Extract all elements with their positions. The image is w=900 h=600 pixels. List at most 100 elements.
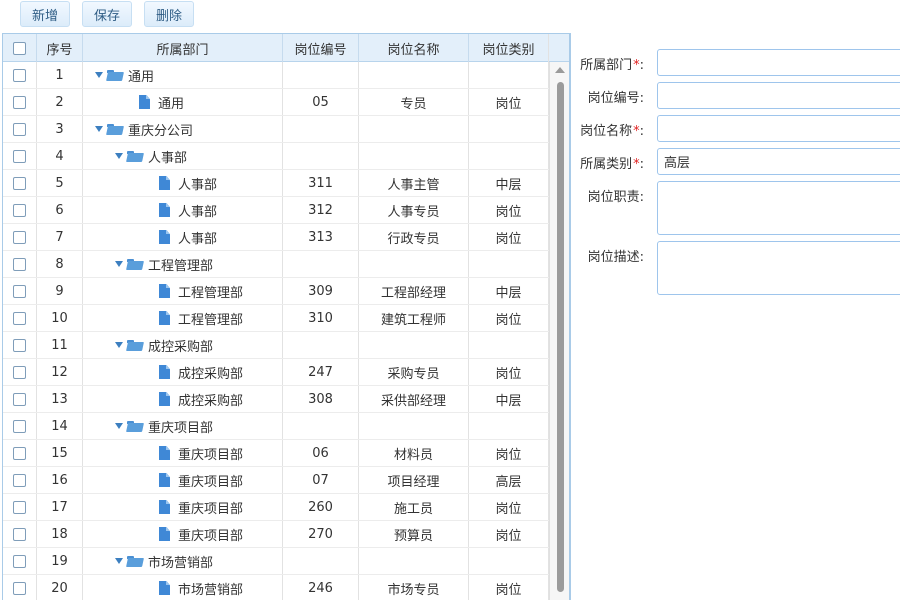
table-row[interactable]: 3 重庆分公司 xyxy=(3,116,549,143)
table-row[interactable]: 18 重庆项目部 270 预算员 岗位 xyxy=(3,521,549,548)
table-row[interactable]: 19 市场营销部 xyxy=(3,548,549,575)
expand-toggle-icon[interactable] xyxy=(113,150,125,162)
row-checkbox[interactable] xyxy=(13,176,26,190)
position-name xyxy=(359,548,469,574)
table-row[interactable]: 9 工程管理部 309 工程部经理 中层 xyxy=(3,278,549,305)
position-code xyxy=(283,251,359,277)
duty-textarea[interactable] xyxy=(657,181,900,235)
position-type: 中层 xyxy=(469,278,549,304)
row-checkbox[interactable] xyxy=(13,365,26,379)
folder-open-icon xyxy=(127,555,143,567)
position-name: 预算员 xyxy=(359,521,469,547)
row-checkbox[interactable] xyxy=(13,554,26,568)
table-row[interactable]: 13 成控采购部 308 采供部经理 中层 xyxy=(3,386,549,413)
header-type[interactable]: 岗位类别 xyxy=(469,34,549,62)
expand-toggle-icon[interactable] xyxy=(113,258,125,270)
dept-tree-cell: 重庆项目部 xyxy=(83,440,283,466)
header-dept[interactable]: 所属部门 xyxy=(83,34,283,62)
table-row[interactable]: 2 通用 05 专员 岗位 xyxy=(3,89,549,116)
row-checkbox[interactable] xyxy=(13,68,26,82)
row-checkbox[interactable] xyxy=(13,230,26,244)
dept-tree-cell: 通用 xyxy=(83,62,283,88)
table-row[interactable]: 5 人事部 311 人事主管 中层 xyxy=(3,170,549,197)
row-checkbox-cell xyxy=(3,521,37,547)
row-checkbox[interactable] xyxy=(13,122,26,136)
type-field[interactable]: 高层 xyxy=(657,148,900,175)
scroll-up-icon[interactable] xyxy=(555,67,565,73)
table-row[interactable]: 4 人事部 xyxy=(3,143,549,170)
header-name[interactable]: 岗位名称 xyxy=(359,34,469,62)
dept-tree-cell: 人事部 xyxy=(83,170,283,196)
row-checkbox[interactable] xyxy=(13,392,26,406)
row-checkbox[interactable] xyxy=(13,311,26,325)
row-index: 17 xyxy=(37,494,83,520)
header-index[interactable]: 序号 xyxy=(37,34,83,62)
table-row[interactable]: 16 重庆项目部 07 项目经理 高层 xyxy=(3,467,549,494)
row-index: 15 xyxy=(37,440,83,466)
header-select-all-cell xyxy=(3,34,37,62)
table-row[interactable]: 6 人事部 312 人事专员 岗位 xyxy=(3,197,549,224)
position-type: 岗位 xyxy=(469,359,549,385)
position-name: 项目经理 xyxy=(359,467,469,493)
expand-toggle-icon[interactable] xyxy=(113,339,125,351)
table-row[interactable]: 14 重庆项目部 xyxy=(3,413,549,440)
expand-toggle-icon[interactable] xyxy=(113,420,125,432)
row-checkbox[interactable] xyxy=(13,257,26,271)
vertical-scrollbar[interactable] xyxy=(549,62,569,600)
header-code[interactable]: 岗位编号 xyxy=(283,34,359,62)
table-row[interactable]: 8 工程管理部 xyxy=(3,251,549,278)
row-checkbox[interactable] xyxy=(13,500,26,514)
desc-textarea[interactable] xyxy=(657,241,900,295)
table-row[interactable]: 12 成控采购部 247 采购专员 岗位 xyxy=(3,359,549,386)
table-row[interactable]: 20 市场营销部 246 市场专员 岗位 xyxy=(3,575,549,600)
delete-button[interactable]: 删除 xyxy=(144,1,195,27)
row-checkbox[interactable] xyxy=(13,581,26,595)
name-field[interactable] xyxy=(657,115,900,142)
position-type xyxy=(469,143,549,169)
dept-name: 重庆项目部 xyxy=(178,447,244,463)
table-row[interactable]: 17 重庆项目部 260 施工员 岗位 xyxy=(3,494,549,521)
file-icon xyxy=(159,500,170,514)
expand-toggle-icon[interactable] xyxy=(113,555,125,567)
add-button[interactable]: 新增 xyxy=(20,1,71,27)
file-icon xyxy=(159,176,170,190)
row-checkbox[interactable] xyxy=(13,203,26,217)
table-row[interactable]: 11 成控采购部 xyxy=(3,332,549,359)
row-checkbox-cell xyxy=(3,332,37,358)
dept-tree-cell: 市场营销部 xyxy=(83,575,283,600)
dept-name: 成控采购部 xyxy=(178,393,244,409)
position-form: 所属部门*: 岗位编号: 岗位名称*: 所属类别*: 高层 岗位职责: 岗位描述… xyxy=(570,33,900,600)
row-checkbox-cell xyxy=(3,170,37,196)
scroll-thumb[interactable] xyxy=(557,82,564,592)
row-checkbox[interactable] xyxy=(13,446,26,460)
table-row[interactable]: 1 通用 xyxy=(3,62,549,89)
table-row[interactable]: 10 工程管理部 310 建筑工程师 岗位 xyxy=(3,305,549,332)
row-index: 19 xyxy=(37,548,83,574)
file-icon xyxy=(159,284,170,298)
dept-name: 人事部 xyxy=(178,204,218,220)
table-row[interactable]: 7 人事部 313 行政专员 岗位 xyxy=(3,224,549,251)
row-checkbox[interactable] xyxy=(13,284,26,298)
file-icon xyxy=(159,203,170,217)
row-checkbox[interactable] xyxy=(13,419,26,433)
row-checkbox[interactable] xyxy=(13,95,26,109)
dept-tree-cell: 通用 xyxy=(83,89,283,115)
row-checkbox[interactable] xyxy=(13,338,26,352)
select-all-checkbox[interactable] xyxy=(13,41,26,55)
row-checkbox[interactable] xyxy=(13,473,26,487)
expand-toggle-icon[interactable] xyxy=(93,123,105,135)
dept-name: 重庆项目部 xyxy=(148,420,214,436)
row-checkbox[interactable] xyxy=(13,527,26,541)
row-checkbox[interactable] xyxy=(13,149,26,163)
code-field[interactable] xyxy=(657,82,900,109)
expand-toggle-icon[interactable] xyxy=(93,69,105,81)
position-name xyxy=(359,62,469,88)
save-button[interactable]: 保存 xyxy=(82,1,133,27)
table-row[interactable]: 15 重庆项目部 06 材料员 岗位 xyxy=(3,440,549,467)
grid-header: 序号 所属部门 岗位编号 岗位名称 岗位类别 xyxy=(3,34,569,62)
position-type: 岗位 xyxy=(469,197,549,223)
position-grid: 序号 所属部门 岗位编号 岗位名称 岗位类别 1 通用 2 通用 05 专员 岗位 3 重庆分公… xyxy=(2,33,570,600)
row-checkbox-cell xyxy=(3,440,37,466)
dept-field[interactable] xyxy=(657,49,900,76)
file-icon xyxy=(139,95,150,109)
